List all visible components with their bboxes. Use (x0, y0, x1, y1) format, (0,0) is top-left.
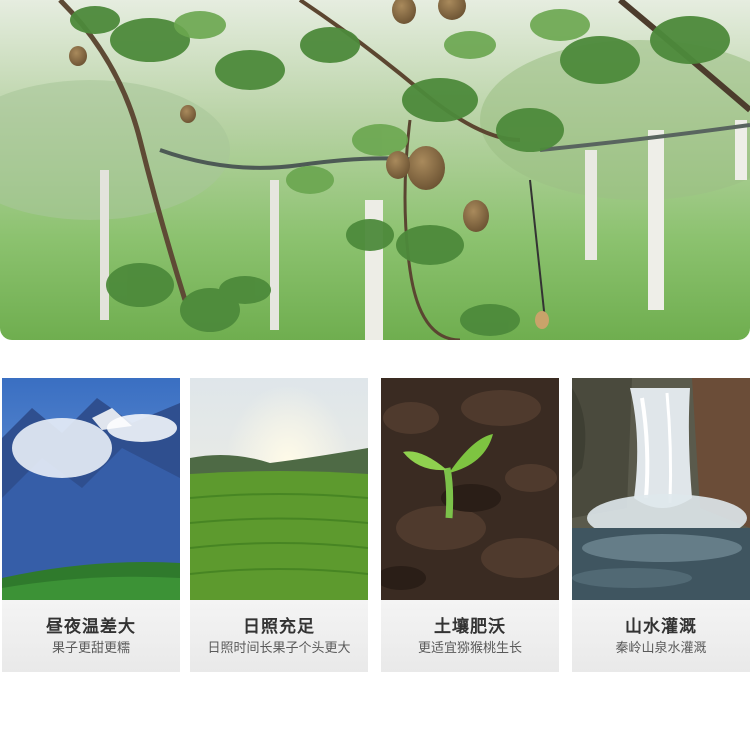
feature-card-soil: 土壤肥沃 更适宜猕猴桃生长 (381, 378, 559, 672)
feature-subtitle: 日照时间长果子个头更大 (207, 641, 351, 656)
feature-subtitle: 秦岭山泉水灌溉 (615, 641, 707, 656)
feature-title: 昼夜温差大 (46, 617, 136, 637)
feature-caption: 山水灌溉 秦岭山泉水灌溉 (572, 600, 750, 672)
feature-title: 山水灌溉 (625, 617, 697, 637)
waterfall-photo (572, 378, 750, 600)
feature-card-temperature: 昼夜温差大 果子更甜更糯 (2, 378, 180, 672)
soil-sprout-photo (381, 378, 559, 600)
feature-subtitle: 果子更甜更糯 (51, 641, 130, 656)
feature-card-sunshine: 日照充足 日照时间长果子个头更大 (190, 378, 368, 672)
mountain-photo (2, 378, 180, 600)
feature-caption: 日照充足 日照时间长果子个头更大 (190, 600, 368, 672)
feature-caption: 昼夜温差大 果子更甜更糯 (2, 600, 180, 672)
feature-title: 土壤肥沃 (434, 617, 506, 637)
feature-title: 日照充足 (243, 617, 315, 637)
feature-subtitle: 更适宜猕猴桃生长 (417, 641, 522, 656)
feature-caption: 土壤肥沃 更适宜猕猴桃生长 (381, 600, 559, 672)
hero-orchard-photo (0, 0, 750, 340)
feature-card-irrigation: 山水灌溉 秦岭山泉水灌溉 (572, 378, 750, 672)
sunny-field-photo (190, 378, 368, 600)
kiwi-orchard-illustration (0, 0, 750, 340)
